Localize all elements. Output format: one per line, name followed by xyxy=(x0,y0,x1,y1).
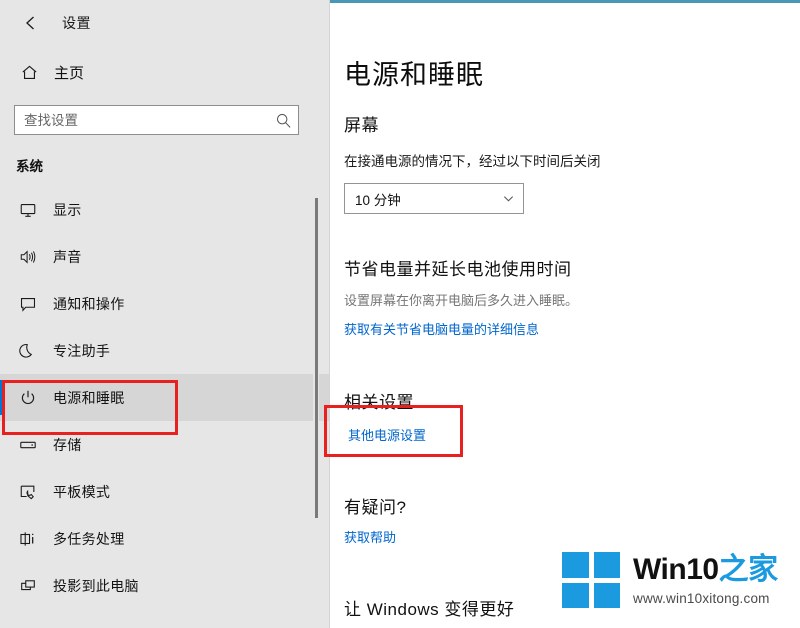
question-section-heading: 有疑问? xyxy=(344,498,407,517)
sidebar-item-tablet-mode[interactable]: 平板模式 xyxy=(0,468,330,515)
watermark: Win10之家 www.win10xitong.com xyxy=(562,552,778,608)
screen-timeout-value: 10 分钟 xyxy=(355,192,401,208)
improve-section-heading: 让 Windows 变得更好 xyxy=(344,600,515,619)
related-section-heading: 相关设置 xyxy=(344,393,414,412)
sidebar-section-title: 系统 xyxy=(16,159,43,174)
main-content: 电源和睡眠 屏幕 在接通电源的情况下，经过以下时间后关闭 10 分钟 节省电量并… xyxy=(330,3,800,628)
settings-window: 设置 主页 系统 xyxy=(0,0,800,628)
battery-section-heading: 节省电量并延长电池使用时间 xyxy=(344,260,572,279)
battery-info-link[interactable]: 获取有关节省电脑电量的详细信息 xyxy=(344,319,539,338)
sidebar-item-power-and-sleep[interactable]: 电源和睡眠 xyxy=(0,374,330,421)
battery-section-description: 设置屏幕在你离开电脑后多久进入睡眠。 xyxy=(344,293,579,308)
sidebar-item-storage-label: 存储 xyxy=(53,436,82,453)
sidebar-item-display[interactable]: 显示 xyxy=(0,186,330,233)
storage-icon xyxy=(13,436,43,454)
page-title: 电源和睡眠 xyxy=(344,60,484,90)
sidebar-item-project-to-pc-label: 投影到此电脑 xyxy=(53,577,139,594)
project-to-pc-icon xyxy=(13,577,43,595)
get-help-link[interactable]: 获取帮助 xyxy=(344,527,396,546)
screen-timeout-dropdown[interactable]: 10 分钟 xyxy=(344,183,524,214)
screen-section-description: 在接通电源的情况下，经过以下时间后关闭 xyxy=(344,154,601,169)
watermark-brand-dark: Win10 xyxy=(633,552,719,586)
sidebar-item-home-label: 主页 xyxy=(54,64,85,82)
sidebar-item-multitasking-label: 多任务处理 xyxy=(53,530,125,547)
sidebar-item-tablet-mode-label: 平板模式 xyxy=(53,483,111,500)
speaker-icon xyxy=(13,248,43,266)
chevron-down-icon xyxy=(493,192,523,205)
power-icon xyxy=(13,389,43,407)
multitasking-icon xyxy=(13,530,43,548)
sidebar-item-project-to-pc[interactable]: 投影到此电脑 xyxy=(0,562,330,609)
watermark-url: www.win10xitong.com xyxy=(633,590,770,606)
sidebar-item-focus-assist[interactable]: 专注助手 xyxy=(0,327,330,374)
sidebar-item-multitasking[interactable]: 多任务处理 xyxy=(0,515,330,562)
titlebar: 设置 xyxy=(0,2,330,44)
sidebar-item-home[interactable]: 主页 xyxy=(0,52,330,92)
back-arrow-icon xyxy=(26,16,34,30)
sidebar-item-sound[interactable]: 声音 xyxy=(0,233,330,280)
search-input[interactable] xyxy=(15,112,268,128)
windows-logo-icon xyxy=(562,552,620,608)
notification-icon xyxy=(13,295,43,313)
sidebar: 设置 主页 系统 xyxy=(0,0,330,628)
home-icon xyxy=(12,63,46,82)
sidebar-scrollbar-thumb[interactable] xyxy=(315,198,318,518)
back-button[interactable] xyxy=(8,7,54,39)
search-icon[interactable] xyxy=(268,106,298,134)
tablet-mode-icon xyxy=(13,483,43,501)
sidebar-item-storage[interactable]: 存储 xyxy=(0,421,330,468)
window-title: 设置 xyxy=(62,15,91,31)
other-power-settings-link[interactable]: 其他电源设置 xyxy=(348,425,426,444)
screen-section-heading: 屏幕 xyxy=(344,116,379,135)
sidebar-item-notifications-label: 通知和操作 xyxy=(53,295,125,312)
sidebar-item-display-label: 显示 xyxy=(53,201,82,218)
monitor-icon xyxy=(13,201,43,219)
sidebar-item-notifications[interactable]: 通知和操作 xyxy=(0,280,330,327)
watermark-brand: Win10之家 xyxy=(633,552,779,586)
watermark-brand-blue: 之家 xyxy=(718,552,779,586)
sidebar-item-sound-label: 声音 xyxy=(53,248,82,265)
moon-icon xyxy=(13,342,43,360)
sidebar-item-power-and-sleep-label: 电源和睡眠 xyxy=(53,389,125,406)
sidebar-item-focus-assist-label: 专注助手 xyxy=(53,342,111,359)
sidebar-nav: 显示 声音 通知和操作 专注助手 电源和睡眠 存储 平板模式 多任务处理 投影到… xyxy=(0,186,330,609)
search-box[interactable] xyxy=(14,105,299,135)
watermark-text: Win10之家 www.win10xitong.com xyxy=(633,552,779,606)
